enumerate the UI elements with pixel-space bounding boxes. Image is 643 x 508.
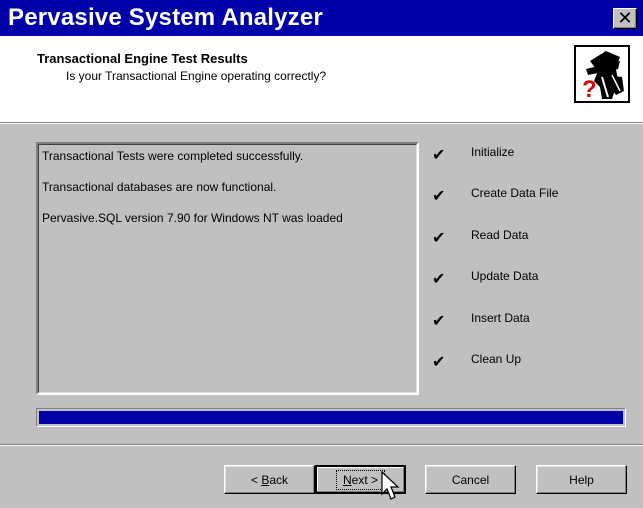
checkmark-icon: ✔ <box>432 145 446 164</box>
progress-fill <box>39 411 623 424</box>
cancel-button[interactable]: Cancel <box>425 465 516 494</box>
window-title: Pervasive System Analyzer <box>8 4 323 31</box>
next-mnemonic: N <box>342 472 352 487</box>
checkmark-icon: ✔ <box>432 186 446 205</box>
step-label-clean-up: Clean Up <box>471 352 522 366</box>
checkmark-icon: ✔ <box>432 352 446 371</box>
wizard-header: Transactional Engine Test Results Is you… <box>0 36 643 122</box>
back-button-label: < Back <box>251 473 288 487</box>
back-rest: ack <box>269 472 289 487</box>
detective-question-icon: ? <box>574 45 630 103</box>
step-label-read-data: Read Data <box>471 228 529 242</box>
header-title: Transactional Engine Test Results <box>37 51 248 66</box>
next-rest: ext > <box>351 472 379 487</box>
results-panel: Transactional Tests were completed succe… <box>36 142 419 395</box>
step-label-initialize: Initialize <box>471 145 515 159</box>
help-button-label: Help <box>569 472 594 487</box>
checkmark-icon: ✔ <box>432 269 446 288</box>
checkmark-icon: ✔ <box>432 228 446 247</box>
result-line: Transactional Tests were completed succe… <box>42 149 304 163</box>
checkmark-icon: ✔ <box>432 311 446 330</box>
header-subtitle: Is your Transactional Engine operating c… <box>66 69 327 83</box>
step-label-create-data-file: Create Data File <box>471 186 559 200</box>
help-button[interactable]: Help <box>536 465 627 494</box>
cancel-button-label: Cancel <box>451 472 490 487</box>
back-prefix: < <box>250 472 262 487</box>
mouse-cursor-icon <box>381 471 400 500</box>
footer-divider-highlight <box>0 445 643 446</box>
progress-bar <box>36 408 626 427</box>
step-label-update-data: Update Data <box>471 269 539 283</box>
close-icon: ✕ <box>617 7 633 29</box>
next-button-label: Next > <box>335 469 386 490</box>
close-button[interactable]: ✕ <box>613 8 637 29</box>
wizard-window: Pervasive System Analyzer ✕ Transactiona… <box>0 0 643 508</box>
step-label-insert-data: Insert Data <box>471 311 530 325</box>
back-button[interactable]: < Back <box>224 465 315 494</box>
results-panel-inner: Transactional Tests were completed succe… <box>38 144 417 393</box>
result-line: Transactional databases are now function… <box>42 180 277 194</box>
svg-text:?: ? <box>582 76 597 101</box>
header-divider-highlight <box>0 123 643 124</box>
title-bar[interactable]: Pervasive System Analyzer ✕ <box>0 0 643 36</box>
result-line: Pervasive.SQL version 7.90 for Windows N… <box>42 211 343 225</box>
